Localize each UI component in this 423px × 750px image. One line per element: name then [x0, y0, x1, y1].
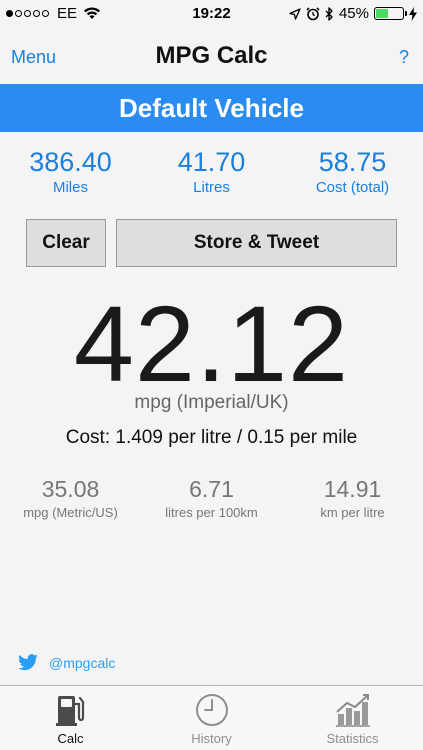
- app-screen: EE 19:22 45% Menu MPG Calc ? Default Veh…: [0, 0, 423, 750]
- chart-icon: [335, 694, 370, 727]
- battery-level: [376, 9, 388, 18]
- navigation-bar: Menu MPG Calc ?: [0, 28, 423, 84]
- battery-percentage: 45%: [338, 5, 369, 22]
- secondary-stats: 35.08 mpg (Metric/US) 6.71 litres per 10…: [0, 474, 423, 526]
- alarm-clock-icon: [306, 6, 320, 20]
- stat-value: 35.08: [41, 476, 100, 502]
- tab-history[interactable]: History: [141, 692, 282, 746]
- miles-label: Miles: [52, 179, 88, 196]
- tab-history-label: History: [191, 731, 232, 746]
- store-tweet-button[interactable]: Store & Tweet: [116, 219, 397, 267]
- stat-value: 14.91: [323, 476, 382, 502]
- twitter-bird-icon: [18, 654, 38, 671]
- stat-label: km per litre: [320, 505, 385, 520]
- mpg-result: 42.12: [73, 283, 350, 404]
- fuel-pump-icon: [55, 696, 84, 726]
- cost-label: Cost (total): [315, 179, 390, 196]
- litres-label: Litres: [193, 179, 230, 196]
- cost-value: 58.75: [318, 147, 387, 177]
- stat-value: 6.71: [189, 476, 234, 502]
- miles-value: 386.40: [29, 147, 112, 177]
- clear-button[interactable]: Clear: [26, 219, 106, 267]
- miles-input[interactable]: 386.40 Miles: [0, 145, 141, 197]
- app-title: MPG Calc: [155, 42, 268, 69]
- stat-km-per-litre: 14.91 km per litre: [282, 474, 423, 521]
- battery-icon: [374, 7, 407, 20]
- twitter-link[interactable]: @mpgcalc: [17, 654, 115, 672]
- bluetooth-icon: [325, 6, 333, 21]
- stat-label: mpg (Metric/US): [23, 505, 118, 520]
- status-icons: 45%: [289, 5, 417, 22]
- charging-bolt-icon: [409, 6, 417, 21]
- twitter-handle: @mpgcalc: [49, 655, 116, 671]
- clock-icon: [195, 694, 228, 726]
- vehicle-selector[interactable]: Default Vehicle: [0, 84, 423, 132]
- tab-bar: Calc History Statistics: [0, 685, 423, 750]
- location-arrow-icon: [289, 7, 301, 20]
- trip-inputs: 386.40 Miles 41.70 Litres 58.75 Cost (to…: [0, 145, 423, 205]
- tab-calc[interactable]: Calc: [0, 692, 141, 746]
- cost-input[interactable]: 58.75 Cost (total): [282, 145, 423, 197]
- cost-summary: Cost: 1.409 per litre / 0.15 per mile: [65, 427, 358, 448]
- stat-label: litres per 100km: [165, 505, 258, 520]
- tab-statistics[interactable]: Statistics: [282, 692, 423, 746]
- help-button[interactable]: ?: [399, 47, 409, 68]
- litres-value: 41.70: [177, 147, 246, 177]
- stat-mpg-us: 35.08 mpg (Metric/US): [0, 474, 141, 521]
- litres-input[interactable]: 41.70 Litres: [141, 145, 282, 197]
- tab-statistics-label: Statistics: [326, 731, 379, 746]
- tab-calc-label: Calc: [57, 731, 84, 746]
- stat-litres-per-100km: 6.71 litres per 100km: [141, 474, 282, 521]
- mpg-unit-label: mpg (Imperial/UK): [134, 392, 289, 413]
- status-bar: EE 19:22 45%: [0, 0, 423, 28]
